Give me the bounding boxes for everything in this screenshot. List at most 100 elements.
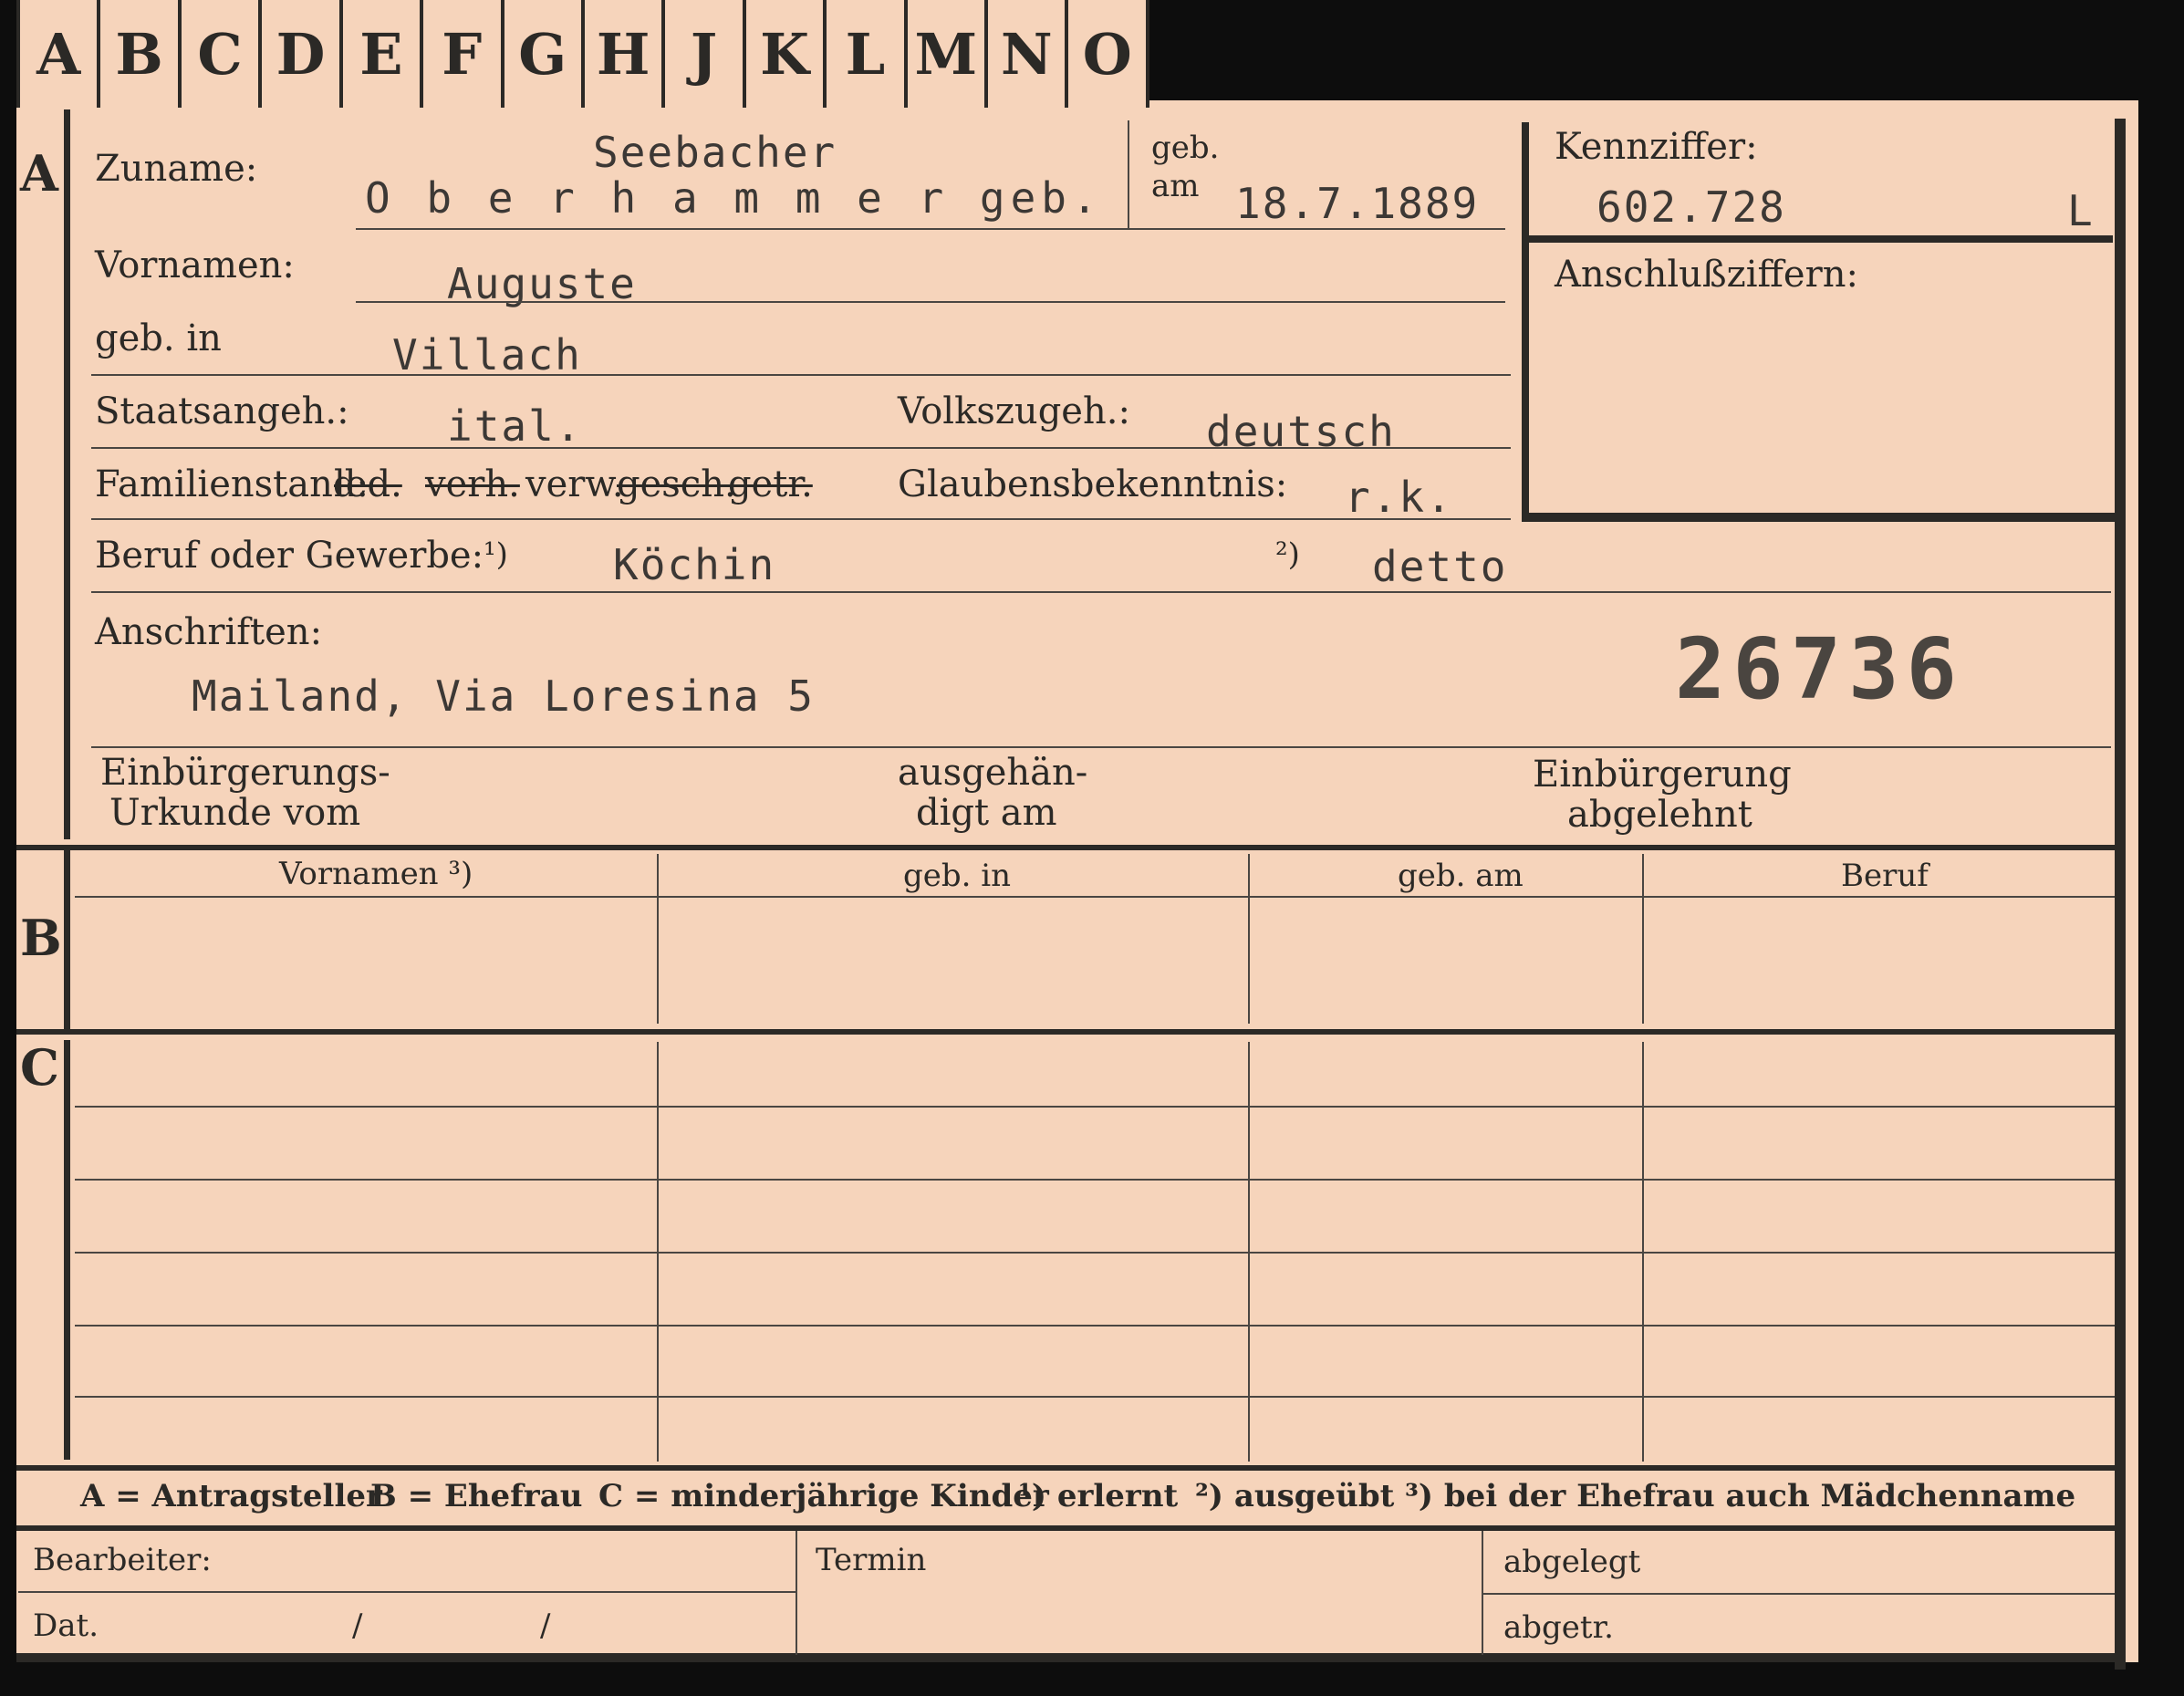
- section-c-left-rule: [64, 1040, 70, 1460]
- familienstand-label: Familienstand:: [95, 463, 369, 505]
- tab-e[interactable]: E: [343, 0, 424, 108]
- familienstand-line: [91, 518, 1511, 520]
- zuname-value: O b e r h a m m e r geb.: [365, 173, 1103, 223]
- footer-divider-1: [796, 1531, 797, 1655]
- staatsangeh-label: Staatsangeh.:: [95, 390, 349, 432]
- table-b-col-divider-3: [1642, 854, 1644, 1024]
- col-header-beruf: Beruf: [1841, 858, 1929, 894]
- section-a-left-rule: [64, 109, 70, 839]
- geb-am-value: 18.7.1889: [1235, 179, 1480, 228]
- einbuergerung-label-1: Einbürgerungs-: [100, 752, 390, 794]
- geb-in-value: Villach: [392, 330, 582, 380]
- card-bottom-edge: [16, 1653, 2124, 1662]
- abgelegt-line: [1483, 1593, 2115, 1595]
- table-c-row-line: [75, 1106, 2115, 1108]
- stamp-number: 26736: [1675, 620, 1964, 718]
- table-c-row-line: [75, 1396, 2115, 1398]
- tab-h[interactable]: H: [585, 0, 666, 108]
- tab-k[interactable]: K: [746, 0, 827, 108]
- anschriften-line: [91, 746, 2111, 748]
- geb-in-label: geb. in: [95, 317, 222, 359]
- table-c-row-line: [75, 1179, 2115, 1181]
- alphabet-tab-strip: A B C D E F G H J K L M N O: [16, 0, 1149, 108]
- tab-g[interactable]: G: [504, 0, 585, 108]
- anschriften-label: Anschriften:: [95, 611, 323, 653]
- col-header-geb-in: geb. in: [903, 858, 1012, 894]
- bearbeiter-line: [18, 1591, 796, 1593]
- zuname-label: Zuname:: [95, 148, 258, 190]
- tab-l[interactable]: L: [827, 0, 908, 108]
- staatsangeh-line: [91, 447, 1511, 449]
- col-header-vornamen: Vornamen ³): [279, 856, 473, 892]
- section-letter-b: B: [20, 909, 62, 967]
- beruf-value-erlernt: Köchin: [613, 540, 776, 589]
- tab-c[interactable]: C: [182, 0, 263, 108]
- rule-b-c: [16, 1029, 2115, 1035]
- abgelehnt-label-2: abgelehnt: [1567, 794, 1752, 836]
- tab-j[interactable]: J: [665, 0, 746, 108]
- legend-a: A = Antragsteller: [80, 1478, 382, 1514]
- kennziffer-box-bottom: [1522, 513, 2115, 522]
- staatsangeh-value: ital.: [447, 401, 583, 451]
- vornamen-label: Vornamen:: [95, 245, 295, 286]
- beruf-line: [91, 591, 2111, 593]
- beruf-value-ausgeuebt: detto: [1372, 542, 1508, 591]
- dat-slash-1: /: [352, 1608, 363, 1644]
- geb-in-line: [91, 374, 1511, 376]
- card-right-edge: [2115, 119, 2126, 1670]
- abgelegt-label: abgelegt: [1503, 1544, 1641, 1580]
- tab-n[interactable]: N: [988, 0, 1069, 108]
- rule-a-b: [16, 845, 2115, 850]
- ausgehaendigt-label-1: ausgehän-: [898, 752, 1088, 794]
- rule-legend-footer: [16, 1525, 2115, 1531]
- section-letter-c: C: [20, 1038, 59, 1097]
- tab-m[interactable]: M: [908, 0, 989, 108]
- table-c-row-line: [75, 1252, 2115, 1254]
- abgetr-label: abgetr.: [1503, 1609, 1614, 1646]
- familienstand-option-getr: getr.: [728, 463, 813, 505]
- legend-note-2: ²) ausgeübt: [1195, 1478, 1395, 1514]
- dat-label: Dat.: [33, 1608, 99, 1644]
- table-b-col-divider-2: [1248, 854, 1250, 1024]
- abgelehnt-label-1: Einbürgerung: [1533, 754, 1792, 796]
- anschriften-value: Mailand, Via Loresina 5: [192, 671, 815, 721]
- anschluss-label: Anschlußziffern:: [1555, 254, 1858, 296]
- ausgehaendigt-label-2: digt am: [916, 792, 1057, 834]
- volkszugeh-label: Volkszugeh.:: [898, 390, 1130, 432]
- tab-a[interactable]: A: [16, 0, 101, 108]
- kennziffer-divider: [1522, 235, 2113, 243]
- familienstand-option-verh: verh.: [425, 463, 520, 505]
- beruf-label: Beruf oder Gewerbe:: [95, 535, 484, 577]
- kennziffer-label: Kennziffer:: [1555, 126, 1758, 168]
- rule-c-legend: [16, 1465, 2115, 1471]
- geb-am-label-top: geb.: [1151, 130, 1220, 166]
- tab-b[interactable]: B: [100, 0, 182, 108]
- bearbeiter-label: Bearbeiter:: [33, 1542, 212, 1578]
- familienstand-option-gesch: gesch.: [617, 463, 736, 505]
- table-b-col-divider-1: [657, 854, 659, 1024]
- col-header-geb-am: geb. am: [1398, 858, 1524, 894]
- tab-f[interactable]: F: [423, 0, 504, 108]
- familienstand-option-led: led.: [334, 463, 402, 505]
- section-b-left-rule: [64, 848, 70, 1031]
- zuname-value-top: Seebacher: [593, 128, 837, 177]
- legend-note-1: ¹) erlernt: [1018, 1478, 1179, 1514]
- section-letter-a: A: [20, 144, 58, 203]
- tab-o[interactable]: O: [1068, 0, 1149, 108]
- glauben-label: Glaubensbekenntnis:: [898, 463, 1288, 505]
- table-c-row-line: [75, 1325, 2115, 1327]
- beruf-footnote-2: ²): [1275, 536, 1300, 573]
- familienstand-option-verw: verw.: [525, 463, 624, 505]
- legend-note-3: ³) bei der Ehefrau auch Mädchenname: [1405, 1478, 2076, 1514]
- legend-c: C = minderjährige Kinder: [598, 1478, 1049, 1514]
- einbuergerung-label-2: Urkunde vom: [109, 792, 361, 834]
- glauben-value: r.k.: [1345, 473, 1453, 522]
- dat-slash-2: /: [540, 1608, 551, 1644]
- legend-b: B = Ehefrau: [370, 1478, 583, 1514]
- tab-d[interactable]: D: [262, 0, 343, 108]
- vornamen-line: [356, 301, 1505, 303]
- zuname-line: [356, 228, 1505, 230]
- kennziffer-suffix: L: [2067, 186, 2095, 235]
- termin-label: Termin: [816, 1542, 927, 1578]
- zuname-geb-divider: [1128, 120, 1129, 228]
